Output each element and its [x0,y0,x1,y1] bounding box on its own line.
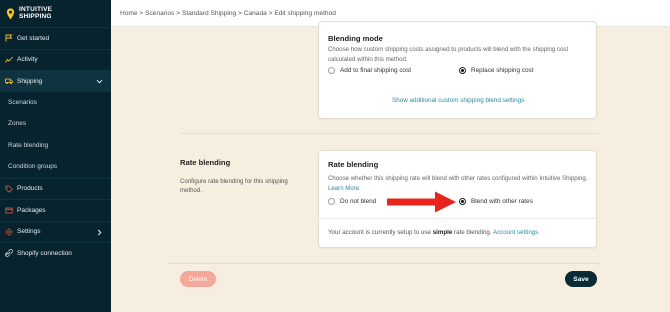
radio-button[interactable] [459,67,466,74]
section-divider [181,133,599,134]
main-content: Blending mode Choose how custom shipping… [111,21,670,312]
sidebar-nav: Get started Activity Shipping Scenarios … [0,27,111,264]
rate-blending-description-text: Choose whether this shipping rate will b… [328,175,588,182]
logo[interactable]: INTUITIVE SHIPPING [0,0,111,27]
sidebar-item-scenarios[interactable]: Scenarios [0,92,111,114]
sidebar-item-label: Condition groups [8,163,58,171]
sidebar-item-label: Shopify connection [17,249,72,257]
sidebar-item-activity[interactable]: Activity [0,48,111,71]
chevron-down-icon [96,79,103,84]
radio-button[interactable] [459,198,466,205]
radio-do-not-blend[interactable]: Do not blend [328,198,376,205]
sidebar-item-shopify-connection[interactable]: Shopify connection [0,242,111,264]
radio-button[interactable] [328,198,335,205]
truck-icon [5,77,13,85]
radio-blend-with-other-rates[interactable]: Blend with other rates [459,198,533,205]
sidebar-item-label: Packages [17,206,46,214]
sidebar: INTUITIVE SHIPPING Get started Activity … [0,0,111,312]
brand-line2: SHIPPING [19,12,52,20]
sidebar-item-condition-groups[interactable]: Condition groups [0,156,111,178]
sidebar-item-label: Get started [17,34,50,42]
sidebar-item-zones[interactable]: Zones [0,113,111,135]
card-footer-divider [319,218,596,219]
location-pin-icon [6,7,15,19]
show-blend-settings-link[interactable]: Show additional custom shipping blend se… [392,97,524,104]
box-icon [5,206,13,214]
radio-add-to-final[interactable]: Add to final shipping cost [328,67,411,74]
sidebar-item-label: Activity [17,56,38,64]
learn-more-link[interactable]: Learn More. [328,185,361,192]
sidebar-item-label: Products [17,185,43,193]
delete-button[interactable]: Delete [180,271,216,287]
save-button[interactable]: Save [565,271,597,287]
sidebar-item-settings[interactable]: Settings [0,220,111,243]
rate-blending-footer: Your account is currently setup to use s… [328,229,538,236]
bottom-divider [168,263,600,264]
chevron-right-icon [97,229,102,235]
footer-suffix: rate blending. [454,229,492,236]
sidebar-item-label: Settings [17,228,41,236]
brand-name: INTUITIVE SHIPPING [19,6,52,20]
radio-label: Blend with other rates [471,198,533,205]
blending-mode-description: Choose how custom shipping costs assigne… [328,46,569,63]
breadcrumb-text[interactable]: Home > Scenarios > Standard Shipping > C… [120,10,336,17]
sidebar-item-label: Zones [8,120,27,128]
rate-blending-card: Rate blending Choose whether this shippi… [318,150,597,248]
radio-label: Replace shipping cost [471,67,534,74]
sidebar-item-label: Shipping [17,77,43,85]
rate-blending-section-description: Configure rate blending for this shippin… [180,178,288,194]
footer-bold: simple [432,229,453,236]
blending-mode-card: Blending mode Choose how custom shipping… [318,21,597,119]
flag-icon [5,34,13,42]
gear-icon [5,228,13,236]
sidebar-item-packages[interactable]: Packages [0,199,111,221]
radio-label: Add to final shipping cost [340,67,412,74]
activity-icon [5,56,13,64]
link-icon [5,249,13,258]
radio-button[interactable] [328,67,335,74]
annotation-arrow-icon [387,191,456,213]
rate-blending-title: Rate blending [328,160,379,169]
sidebar-item-shipping[interactable]: Shipping [0,70,111,92]
sidebar-item-label: Scenarios [8,98,37,106]
radio-label: Do not blend [340,198,377,205]
rate-blending-description: Choose whether this shipping rate will b… [328,174,590,193]
tag-icon [5,185,13,193]
sidebar-item-products[interactable]: Products [0,177,111,200]
sidebar-item-get-started[interactable]: Get started [0,27,111,49]
sidebar-item-label: Rate blending [8,141,49,149]
rate-blending-section-title: Rate blending [180,158,231,167]
blending-mode-title: Blending mode [328,34,383,43]
account-settings-link[interactable]: Account settings [493,229,538,236]
radio-replace-shipping-cost[interactable]: Replace shipping cost [459,67,534,74]
footer-prefix: Your account is currently setup to use [328,229,431,236]
sidebar-item-rate-blending[interactable]: Rate blending [0,135,111,157]
